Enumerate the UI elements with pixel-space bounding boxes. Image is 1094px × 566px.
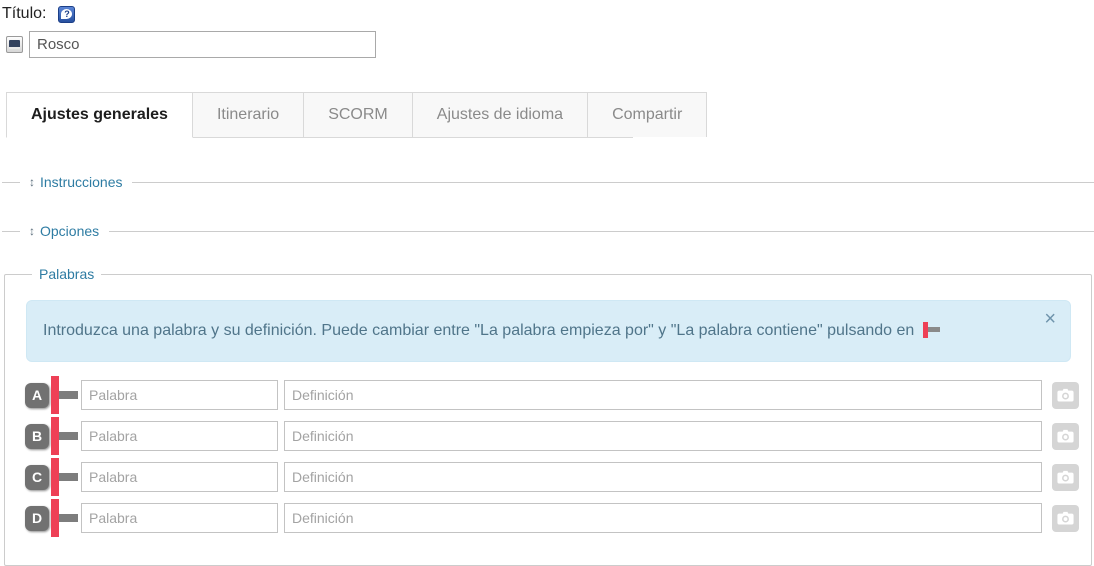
add-image-button[interactable] [1052, 382, 1079, 409]
flag-gray-bar [59, 391, 78, 399]
flag-red-bar [51, 376, 59, 414]
titulo-label: Título: [2, 5, 46, 23]
section-opciones[interactable]: ↕ Opciones [2, 223, 1094, 239]
flag-gray-bar [928, 327, 940, 332]
separator-line [2, 231, 20, 232]
add-image-button[interactable] [1052, 464, 1079, 491]
camera-icon [1057, 511, 1074, 525]
word-row-a: A [25, 380, 1079, 410]
tab-ajustes-generales[interactable]: Ajustes generales [6, 92, 193, 138]
flag-gray-bar [59, 473, 78, 481]
editor-monitor-glyph [9, 40, 20, 49]
section-instrucciones-label: ↕ Instrucciones [20, 174, 132, 190]
word-mode-flag-icon [923, 322, 941, 338]
help-icon[interactable]: ? [58, 6, 75, 23]
editor-toggle-icon[interactable] [6, 36, 23, 53]
palabras-fieldset: Palabras Introduzca una palabra y su def… [4, 266, 1092, 566]
flag-red-bar [51, 499, 59, 537]
camera-icon [1057, 388, 1074, 402]
separator-line [2, 182, 20, 183]
word-mode-toggle-icon[interactable] [51, 376, 78, 414]
flag-gray-bar [59, 514, 78, 522]
definition-input[interactable] [284, 503, 1042, 533]
info-alert: Introduzca una palabra y su definición. … [26, 300, 1071, 362]
word-row-c: C [25, 462, 1079, 492]
word-input[interactable] [81, 380, 278, 410]
letter-badge[interactable]: C [25, 465, 49, 490]
section-label-text: Instrucciones [40, 174, 122, 190]
word-mode-toggle-icon[interactable] [51, 417, 78, 455]
collapse-arrows-icon: ↕ [29, 224, 35, 238]
word-input[interactable] [81, 503, 278, 533]
help-question-glyph: ? [61, 9, 72, 19]
word-input[interactable] [81, 421, 278, 451]
close-icon[interactable]: × [1044, 309, 1056, 329]
title-input-row [6, 31, 1094, 58]
word-input[interactable] [81, 462, 278, 492]
definition-input[interactable] [284, 380, 1042, 410]
word-mode-toggle-icon[interactable] [51, 458, 78, 496]
flag-gray-bar [59, 432, 78, 440]
word-row-d: D [25, 503, 1079, 533]
tab-bar: Ajustes generales Itinerario SCORM Ajust… [6, 92, 633, 138]
letter-badge[interactable]: D [25, 506, 49, 531]
info-alert-text: Introduzca una palabra y su definición. … [43, 322, 914, 339]
tab-ajustes-de-idioma[interactable]: Ajustes de idioma [413, 92, 588, 137]
letter-badge[interactable]: A [25, 383, 49, 408]
section-opciones-label: ↕ Opciones [20, 223, 109, 239]
separator-line [132, 182, 1094, 183]
separator-line [109, 231, 1094, 232]
section-instrucciones[interactable]: ↕ Instrucciones [2, 174, 1094, 190]
palabras-legend: Palabras [32, 266, 101, 282]
page-root: Título: ? Ajustes generales Itinerario S… [0, 0, 1094, 566]
tab-compartir[interactable]: Compartir [588, 92, 707, 137]
word-rows: A B [25, 380, 1079, 533]
tab-itinerario[interactable]: Itinerario [193, 92, 304, 137]
letter-badge[interactable]: B [25, 424, 49, 449]
tab-scorm[interactable]: SCORM [304, 92, 413, 137]
word-row-b: B [25, 421, 1079, 451]
definition-input[interactable] [284, 421, 1042, 451]
flag-red-bar [51, 458, 59, 496]
section-label-text: Opciones [40, 223, 99, 239]
definition-input[interactable] [284, 462, 1042, 492]
add-image-button[interactable] [1052, 423, 1079, 450]
camera-icon [1057, 429, 1074, 443]
collapse-arrows-icon: ↕ [29, 175, 35, 189]
word-mode-toggle-icon[interactable] [51, 499, 78, 537]
titulo-header: Título: ? [2, 5, 1094, 23]
flag-red-bar [51, 417, 59, 455]
camera-icon [1057, 470, 1074, 484]
title-input[interactable] [29, 31, 376, 58]
add-image-button[interactable] [1052, 505, 1079, 532]
